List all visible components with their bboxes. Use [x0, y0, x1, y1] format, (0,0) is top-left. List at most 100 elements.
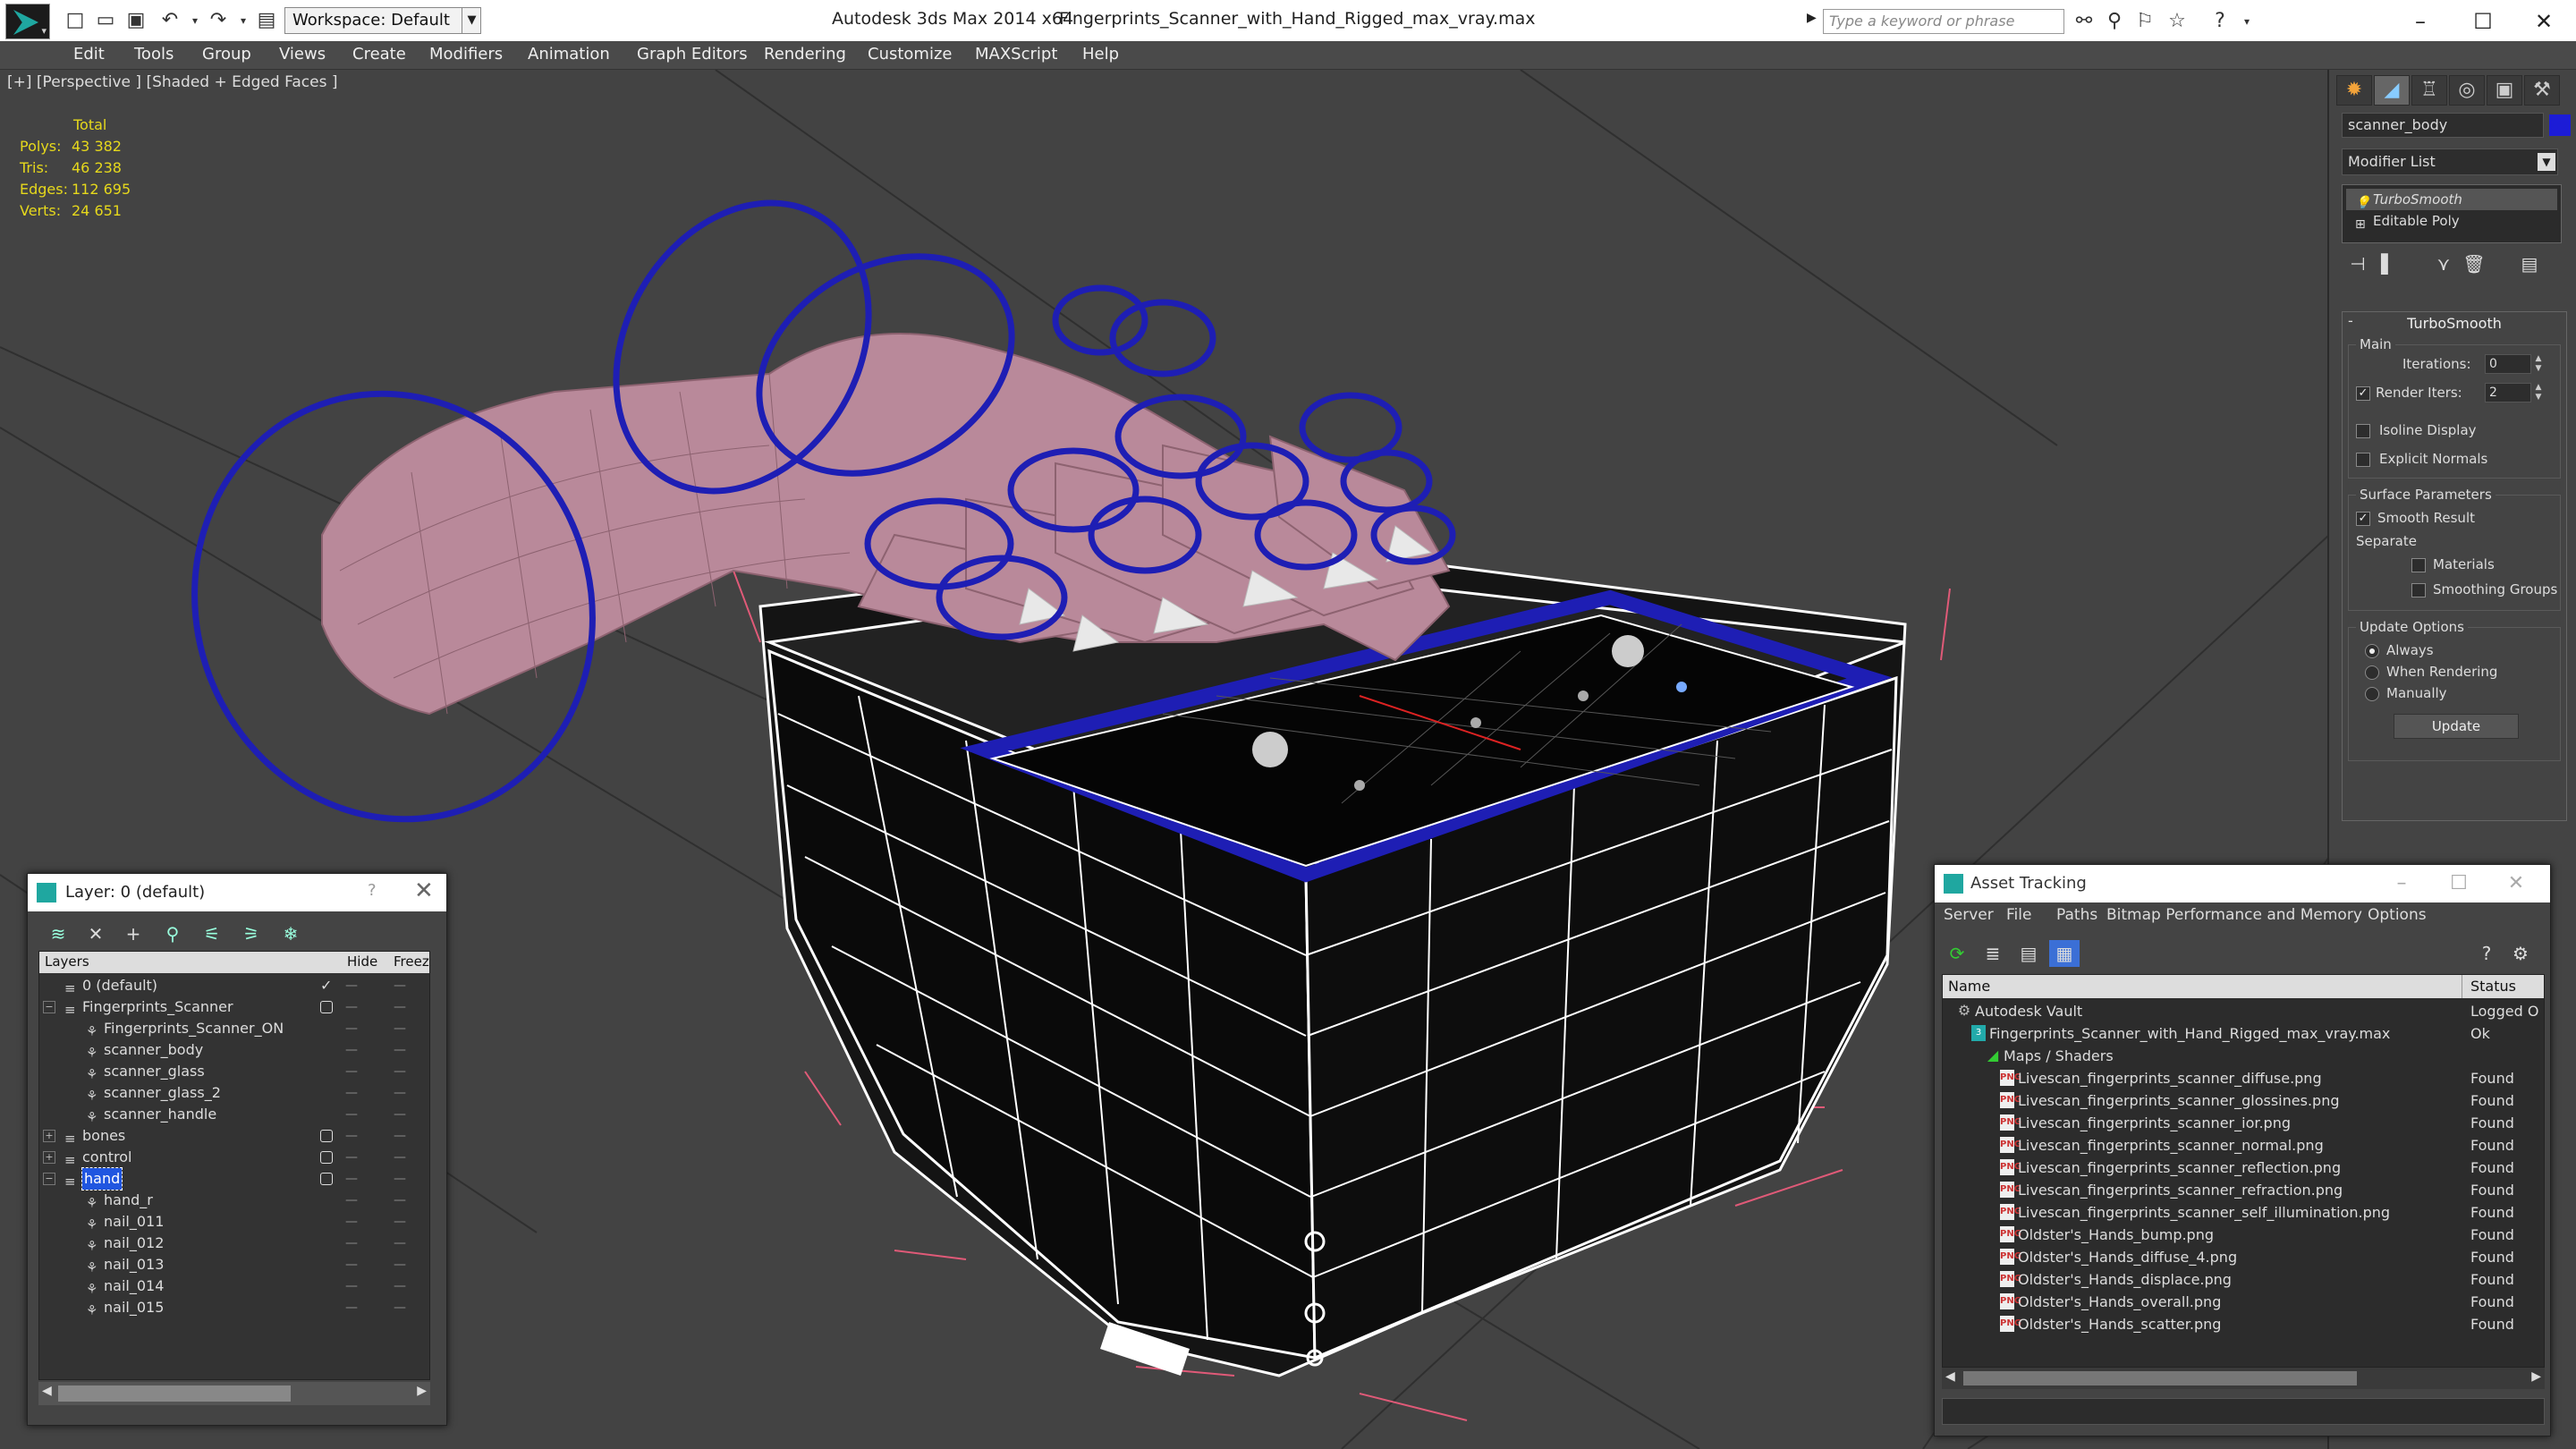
freeze-toggle[interactable]: —	[394, 1190, 406, 1211]
set-current-layer-box[interactable]	[320, 1130, 333, 1142]
manually-radio[interactable]	[2365, 687, 2379, 701]
menu-rendering[interactable]: Rendering	[764, 45, 846, 64]
when-rendering-radio[interactable]	[2365, 665, 2379, 680]
scroll-right-icon[interactable]: ▶	[2531, 1369, 2541, 1384]
close-icon[interactable]: ✕	[414, 877, 434, 904]
freeze-toggle[interactable]: —	[394, 1018, 406, 1039]
menu-graph-editors[interactable]: Graph Editors	[637, 45, 748, 64]
chevron-right-icon[interactable]: ▶	[1807, 11, 1821, 30]
menu-modifiers[interactable]: Modifiers	[429, 45, 503, 64]
spinner-arrows-icon[interactable]: ▲ ▼	[2533, 354, 2544, 374]
scroll-right-icon[interactable]: ▶	[417, 1384, 427, 1398]
scroll-thumb[interactable]	[1963, 1371, 2357, 1385]
hide-toggle[interactable]: —	[345, 996, 358, 1018]
scroll-left-icon[interactable]: ◀	[1945, 1369, 1955, 1384]
asset-row[interactable]: PNG Livescan_fingerprints_scanner_glossin…	[1943, 1089, 2544, 1112]
rollout-title[interactable]: TurboSmooth	[2343, 312, 2566, 335]
select-objects-icon[interactable]: ⚲	[157, 920, 189, 947]
menu-file[interactable]: File	[2006, 906, 2031, 924]
layer-object-row[interactable]: ⚘ nail_015 — —	[39, 1297, 429, 1318]
add-to-layer-icon[interactable]: +	[117, 920, 149, 947]
layer-object-row[interactable]: ⚘ nail_013— —	[39, 1254, 429, 1275]
hide-toggle[interactable]: —	[345, 975, 358, 996]
app-menu-button[interactable]: ▾	[5, 4, 50, 39]
undo-dropdown-icon[interactable]: ▾	[182, 7, 208, 34]
hide-toggle[interactable]: —	[345, 1297, 358, 1318]
stack-item-turbosmooth[interactable]: 💡 TurboSmooth	[2346, 189, 2557, 210]
layer-row[interactable]: − ≡ Fingerprints_Scanner — —	[39, 996, 429, 1018]
horizontal-scrollbar[interactable]: ◀ ▶	[1942, 1368, 2545, 1389]
layer-row[interactable]: ≡ 0 (default) ✓ — —	[39, 975, 429, 996]
project-folder-icon[interactable]: ▤	[254, 7, 279, 34]
render-iters-spinner[interactable]: 2	[2485, 383, 2531, 402]
help-icon[interactable]: ?	[2206, 9, 2234, 34]
collapse-icon[interactable]: −	[43, 1001, 55, 1013]
menu-options[interactable]: Options	[2368, 906, 2427, 924]
update-button[interactable]: Update	[2394, 714, 2519, 739]
table-view-icon[interactable]: ▦	[2049, 940, 2080, 967]
help-icon[interactable]: ?	[368, 881, 377, 900]
minimize-icon[interactable]: –	[2375, 867, 2428, 901]
menu-maxscript[interactable]: MAXScript	[975, 45, 1057, 64]
freeze-toggle[interactable]: —	[394, 1233, 406, 1254]
layer-object-row[interactable]: ⚘ scanner_glass_2— —	[39, 1082, 429, 1104]
layer-object-row[interactable]: ⚘ nail_012— —	[39, 1233, 429, 1254]
col-status[interactable]: Status	[2470, 978, 2516, 995]
asset-row[interactable]: 3 Fingerprints_Scanner_with_Hand_Rigged_m…	[1943, 1022, 2544, 1045]
create-tab-sun-icon[interactable]: ✹	[2336, 75, 2372, 106]
freeze-toggle[interactable]: —	[394, 1211, 406, 1233]
dialog-title-bar[interactable]: Asset Tracking – ☐ ✕	[1935, 865, 2550, 902]
freeze-toggle[interactable]: —	[394, 1147, 406, 1168]
hide-toggle[interactable]: —	[345, 1211, 358, 1233]
freeze-toggle[interactable]: —	[394, 975, 406, 996]
refresh-icon[interactable]: ⟳	[1942, 940, 1972, 967]
render-iters-checkbox[interactable]: ✓	[2356, 386, 2370, 401]
maximize-icon[interactable]: ☐	[2456, 4, 2510, 39]
redo-dropdown-icon[interactable]: ▾	[231, 7, 256, 34]
asset-row[interactable]: PNG Livescan_fingerprints_scanner_diffuse…	[1943, 1067, 2544, 1089]
object-color-swatch[interactable]	[2549, 114, 2571, 136]
modifier-list-dropdown[interactable]: Modifier List ▼	[2342, 148, 2558, 175]
layer-object-row[interactable]: ⚘ nail_014— —	[39, 1275, 429, 1297]
asset-row[interactable]: ◢ Maps / Shaders	[1943, 1045, 2544, 1067]
spinner-arrows-icon[interactable]: ▲ ▼	[2533, 383, 2544, 402]
set-current-layer-box[interactable]	[320, 1001, 333, 1013]
delete-layer-icon[interactable]: ✕	[80, 920, 112, 947]
freeze-toggle[interactable]: —	[394, 1082, 406, 1104]
chevron-down-icon[interactable]: ▼	[462, 7, 481, 34]
layer-row[interactable]: + ≡ control — —	[39, 1147, 429, 1168]
new-file-icon[interactable]: □	[63, 7, 88, 34]
make-unique-icon[interactable]: ⋎	[2429, 250, 2458, 277]
redo-icon[interactable]: ↷	[206, 7, 231, 34]
menu-create[interactable]: Create	[352, 45, 406, 64]
subscription-icon[interactable]: ⚲	[2100, 9, 2129, 34]
viewport-label[interactable]: [+] [Perspective ] [Shaded + Edged Faces…	[7, 73, 337, 91]
asset-path-field[interactable]	[1942, 1398, 2545, 1425]
layer-object-row[interactable]: ⚘ nail_011— —	[39, 1211, 429, 1233]
hide-toggle[interactable]: —	[345, 1168, 358, 1190]
freeze-toggle[interactable]: —	[394, 1168, 406, 1190]
asset-row[interactable]: PNG Livescan_fingerprints_scanner_normal.…	[1943, 1134, 2544, 1157]
smoothing-groups-checkbox[interactable]	[2411, 583, 2426, 597]
search-input[interactable]: Type a keyword or phrase	[1823, 9, 2064, 34]
layer-row[interactable]: + ≡ bones — —	[39, 1125, 429, 1147]
asset-row[interactable]: PNG Livescan_fingerprints_scanner_ior.png…	[1943, 1112, 2544, 1134]
menu-animation[interactable]: Animation	[528, 45, 610, 64]
isoline-display-checkbox[interactable]	[2356, 424, 2370, 438]
layer-object-row[interactable]: ⚘ scanner_glass — —	[39, 1061, 429, 1082]
set-current-layer-box[interactable]	[320, 1173, 333, 1185]
explicit-normals-checkbox[interactable]	[2356, 453, 2370, 467]
display-tab-icon[interactable]: ▣	[2487, 75, 2522, 106]
hide-toggle[interactable]: —	[345, 1104, 358, 1125]
menu-server[interactable]: Server	[1944, 906, 1994, 924]
asset-row[interactable]: PNG Livescan_fingerprints_scanner_reflect…	[1943, 1157, 2544, 1179]
hide-toggle[interactable]: —	[345, 1125, 358, 1147]
modify-tab-icon[interactable]: ◢	[2374, 75, 2410, 106]
layer-object-row[interactable]: ⚘ hand_r — —	[39, 1190, 429, 1211]
freeze-toggle[interactable]: —	[394, 1275, 406, 1297]
freeze-toggle[interactable]: —	[394, 1125, 406, 1147]
menu-tools[interactable]: Tools	[134, 45, 174, 64]
collapse-icon[interactable]: -	[2348, 312, 2353, 329]
materials-checkbox[interactable]	[2411, 558, 2426, 572]
layer-object-row[interactable]: ⚘ scanner_handle — —	[39, 1104, 429, 1125]
